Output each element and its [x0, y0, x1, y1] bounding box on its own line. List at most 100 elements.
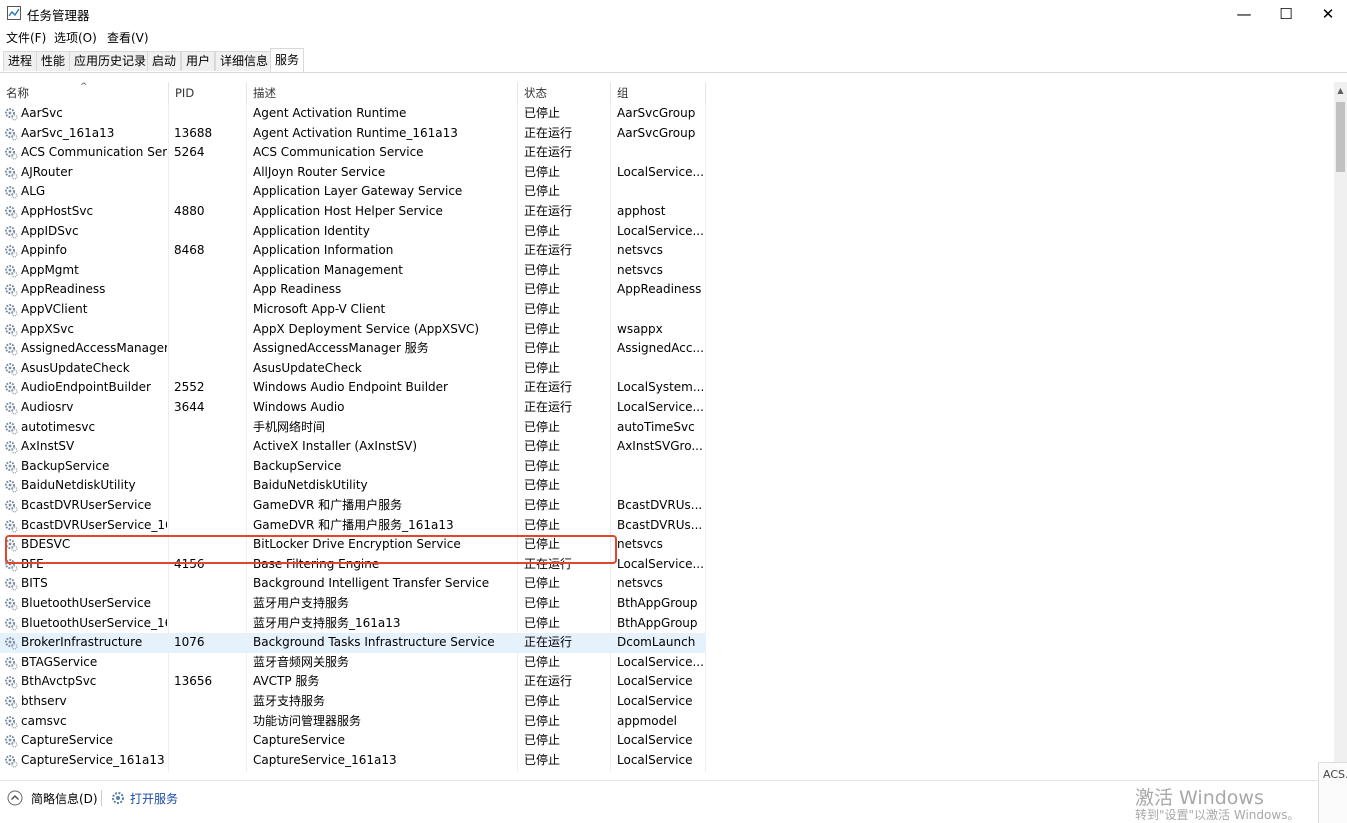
service-row[interactable]: BTAGService 蓝牙音频网关服务 已停止 LocalService...: [0, 653, 706, 673]
service-row[interactable]: AarSvc_161a13 13688 Agent Activation Runti…: [0, 124, 706, 144]
service-row[interactable]: BaiduNetdiskUtility BaiduNetdiskUtility 已停…: [0, 476, 706, 496]
service-row[interactable]: AppReadiness App Readiness 已停止 AppReadiness: [0, 280, 706, 300]
service-row[interactable]: BcastDVRUserService_16... GameDVR 和广播用户服务…: [0, 516, 706, 536]
service-row[interactable]: ACS Communication Ser... 5264 ACS Communic…: [0, 143, 706, 163]
service-group: BcastDVRUs...: [617, 517, 703, 532]
service-description: Application Layer Gateway Service: [253, 184, 463, 199]
header-group[interactable]: 组: [611, 82, 706, 104]
vertical-scrollbar[interactable]: ▲: [1334, 82, 1347, 772]
service-group: netsvcs: [617, 537, 663, 552]
service-description: BackupService: [253, 458, 342, 473]
tooltip-text: ACS.: [1323, 768, 1347, 781]
service-status: 正在运行: [524, 125, 573, 140]
service-status: 正在运行: [524, 556, 573, 571]
collapse-chevron-icon[interactable]: [7, 790, 23, 806]
scroll-up-icon[interactable]: ▲: [1334, 82, 1347, 98]
service-pid: 1076: [174, 635, 205, 650]
service-row[interactable]: AppMgmt Application Management 已停止 netsvcs: [0, 261, 706, 281]
header-name[interactable]: ^ 名称: [0, 82, 169, 104]
service-row[interactable]: BFE 4156 Base Filtering Engine 正在运行 LocalSer…: [0, 555, 706, 575]
minimize-button[interactable]: —: [1222, 0, 1266, 27]
service-row[interactable]: Audiosrv 3644 Windows Audio 正在运行 LocalServic…: [0, 398, 706, 418]
service-row[interactable]: AppVClient Microsoft App-V Client 已停止: [0, 300, 706, 320]
menu-view[interactable]: 查看(V): [107, 29, 149, 46]
service-gear-icon: [5, 323, 18, 337]
service-pid: 3644: [174, 400, 205, 414]
service-row[interactable]: BthAvctpSvc 13656 AVCTP 服务 正在运行 LocalService: [0, 672, 706, 692]
service-pid: [174, 280, 244, 300]
service-pid: [174, 222, 244, 242]
tab-processes[interactable]: 进程: [3, 51, 38, 71]
service-pid: [174, 751, 244, 771]
service-row[interactable]: BITS Background Intelligent Transfer Serv…: [0, 574, 706, 594]
service-row[interactable]: BDESVC BitLocker Drive Encryption Service…: [0, 535, 706, 555]
service-pid: 2552: [174, 380, 205, 395]
service-gear-icon: [5, 245, 18, 258]
title-bar: 任务管理器 — ☐ ✕: [0, 0, 1347, 27]
brief-info-link[interactable]: 简略信息(D): [31, 790, 98, 807]
service-pid: [174, 516, 244, 536]
service-status: 已停止: [524, 576, 561, 591]
service-description: Background Tasks Infrastructure Service: [253, 635, 495, 650]
service-row[interactable]: ALG Application Layer Gateway Service 已停止: [0, 182, 706, 202]
service-description: Agent Activation Runtime_161a13: [253, 125, 458, 140]
service-description: GameDVR 和广播用户服务: [253, 498, 403, 512]
scroll-thumb[interactable]: [1336, 102, 1345, 172]
service-row[interactable]: AxInstSV ActiveX Installer (AxInstSV) 已停止 A…: [0, 437, 706, 457]
service-row[interactable]: BluetoothUserService_16... 蓝牙用户支持服务_161a1…: [0, 614, 706, 634]
service-name: BcastDVRUserService: [21, 498, 152, 512]
service-row[interactable]: bthserv 蓝牙支持服务 已停止 LocalService: [0, 692, 706, 712]
service-row[interactable]: autotimesvc 手机网络时间 已停止 autoTimeSvc: [0, 418, 706, 438]
tab-details[interactable]: 详细信息: [215, 51, 274, 71]
tab-performance[interactable]: 性能: [36, 51, 71, 71]
sort-ascending-icon: ^: [80, 82, 88, 92]
maximize-button[interactable]: ☐: [1264, 0, 1308, 27]
service-status: 已停止: [524, 694, 561, 708]
service-group: LocalService...: [617, 223, 703, 238]
service-name: BITS: [21, 576, 48, 591]
service-row[interactable]: AppXSvc AppX Deployment Service (AppXSVC)…: [0, 320, 706, 340]
menu-file[interactable]: 文件(F): [6, 29, 46, 46]
service-row[interactable]: BrokerInfrastructure 1076 Background Tasks…: [0, 633, 706, 653]
tab-services[interactable]: 服务: [270, 48, 305, 72]
service-row[interactable]: camsvc 功能访问管理器服务 已停止 appmodel: [0, 712, 706, 732]
service-status: 正在运行: [524, 204, 573, 218]
tab-app-history[interactable]: 应用历史记录: [69, 51, 152, 71]
service-row[interactable]: AppHostSvc 4880 Application Host Helper Se…: [0, 202, 706, 222]
service-row[interactable]: CaptureService_161a13 CaptureService_161a…: [0, 751, 706, 771]
service-row[interactable]: AsusUpdateCheck AsusUpdateCheck 已停止: [0, 359, 706, 379]
header-status[interactable]: 状态: [518, 82, 611, 104]
service-row[interactable]: AppIDSvc Application Identity 已停止 LocalServ…: [0, 222, 706, 242]
header-status-label: 状态: [524, 86, 547, 100]
tab-startup[interactable]: 启动: [147, 51, 182, 71]
service-status: 已停止: [524, 282, 561, 297]
service-row[interactable]: CaptureService CaptureService 已停止 LocalServ…: [0, 731, 706, 751]
open-services-link[interactable]: 打开服务: [130, 790, 178, 807]
service-pid: [174, 535, 244, 555]
service-name: BcastDVRUserService_16...: [21, 517, 167, 532]
header-description[interactable]: 描述: [247, 82, 518, 104]
service-row[interactable]: BcastDVRUserService GameDVR 和广播用户服务 已停止 Bca…: [0, 496, 706, 516]
service-row[interactable]: AudioEndpointBuilder 2552 Windows Audio En…: [0, 378, 706, 398]
tab-users[interactable]: 用户: [181, 51, 216, 71]
service-gear-icon: [5, 225, 18, 239]
table-header: ^ 名称 PID 描述 状态 组: [0, 82, 706, 104]
close-button[interactable]: ✕: [1306, 0, 1347, 27]
header-pid[interactable]: PID: [169, 82, 247, 104]
service-row[interactable]: AssignedAccessManager... AssignedAccessMa…: [0, 339, 706, 359]
service-description: BaiduNetdiskUtility: [253, 478, 368, 493]
service-status: 已停止: [524, 360, 561, 375]
service-group: LocalService...: [617, 164, 703, 179]
service-row[interactable]: AJRouter AllJoyn Router Service 已停止 LocalSe…: [0, 163, 706, 183]
service-status: 已停止: [524, 302, 561, 316]
maximize-icon: ☐: [1279, 4, 1293, 23]
service-row[interactable]: AarSvc Agent Activation Runtime 已停止 AarSvcG…: [0, 104, 706, 124]
service-name: AxInstSV: [21, 439, 75, 454]
service-description: 蓝牙支持服务: [253, 694, 326, 708]
service-row[interactable]: BluetoothUserService 蓝牙用户支持服务 已停止 BthAppGro…: [0, 594, 706, 614]
service-description: Application Identity: [253, 223, 370, 238]
service-row[interactable]: BackupService BackupService 已停止: [0, 457, 706, 477]
service-row[interactable]: Appinfo 8468 Application Information 正在运行 ne…: [0, 241, 706, 261]
service-pid: [174, 437, 244, 457]
menu-options[interactable]: 选项(O): [54, 29, 97, 46]
